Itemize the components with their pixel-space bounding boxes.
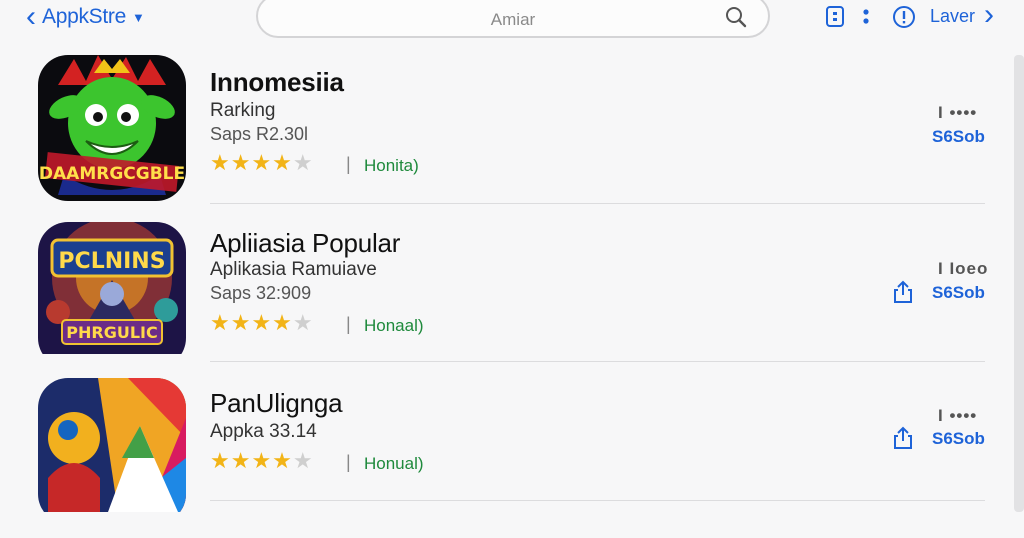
app-name[interactable]: PanUlignga (210, 388, 343, 419)
info-icon[interactable] (892, 4, 916, 30)
divider (210, 361, 985, 362)
scrollbar[interactable] (1014, 55, 1024, 512)
app-icon-innomesiia[interactable]: DAAMRGCGBLE (38, 55, 186, 201)
list-item[interactable]: PanUlignga Appka 33.14 ★★★★★ | Honual) I… (0, 378, 1000, 538)
store-title: AppkStre (42, 5, 126, 28)
share-icon[interactable] (892, 426, 914, 450)
rating-stars: ★★★★★ (210, 310, 314, 335)
app-category[interactable]: Honita) (364, 156, 419, 176)
svg-text:DAAMRGCGBLE: DAAMRGCGBLE (39, 164, 185, 184)
share-icon[interactable] (892, 280, 914, 304)
divider (210, 203, 985, 204)
search-icon[interactable] (724, 5, 748, 29)
separator: | (346, 452, 351, 472)
app-icon-panulignga[interactable] (38, 378, 186, 524)
app-category[interactable]: Honaal) (364, 316, 424, 336)
more-vertical-icon[interactable] (860, 4, 872, 30)
rating-stars: ★★★★★ (210, 150, 314, 175)
colorful-play-icon (38, 378, 186, 512)
app-subtitle: Rarking (210, 100, 276, 121)
chevron-left-icon: ‹ (26, 0, 36, 33)
list-item[interactable]: PCLNINS PHRGULIC Apliiasia Popular Aplik… (0, 222, 1000, 382)
divider (210, 500, 985, 501)
list-item[interactable]: DAAMRGCGBLE Innomesiia Rarking Saps R2.3… (0, 55, 1000, 215)
more-menu[interactable]: I Ioeo (938, 259, 988, 279)
svg-text:PHRGULIC: PHRGULIC (66, 323, 157, 342)
game-art-icon: PCLNINS PHRGULIC (38, 222, 186, 354)
top-bar: ‹ AppkStre ▼ Amiar Laver › (0, 0, 1024, 38)
app-icon-apliiasia[interactable]: PCLNINS PHRGULIC (38, 222, 186, 368)
app-meta: Saps 32:909 (210, 283, 312, 303)
separator: | (346, 314, 351, 334)
back-button[interactable]: ‹ AppkStre ▼ (26, 0, 145, 33)
search-field[interactable]: Amiar (256, 0, 770, 38)
more-menu[interactable]: I •••• (938, 406, 977, 426)
chevron-right-icon[interactable]: › (984, 0, 994, 32)
more-menu[interactable]: I •••• (938, 103, 977, 123)
app-name[interactable]: Apliiasia Popular (210, 228, 400, 259)
goblin-icon: DAAMRGCGBLE (38, 55, 186, 201)
app-subtitle: Aplikasia Ramuiave (210, 259, 377, 280)
chevron-down-icon[interactable]: ▼ (132, 10, 145, 25)
separator: | (346, 154, 351, 174)
app-name[interactable]: Innomesiia (210, 67, 344, 98)
app-meta: Saps R2.30l (210, 124, 309, 144)
rating-stars: ★★★★★ (210, 448, 314, 473)
svg-text:PCLNINS: PCLNINS (58, 249, 165, 274)
get-button[interactable]: S6Sob (932, 283, 985, 303)
get-button[interactable]: S6Sob (932, 127, 985, 147)
later-button[interactable]: Laver (930, 6, 975, 27)
search-placeholder: Amiar (490, 10, 536, 29)
app-subtitle: Appka 33.14 (210, 421, 317, 442)
app-category[interactable]: Honual) (364, 454, 424, 474)
document-icon[interactable] (824, 4, 846, 30)
get-button[interactable]: S6Sob (932, 429, 985, 449)
